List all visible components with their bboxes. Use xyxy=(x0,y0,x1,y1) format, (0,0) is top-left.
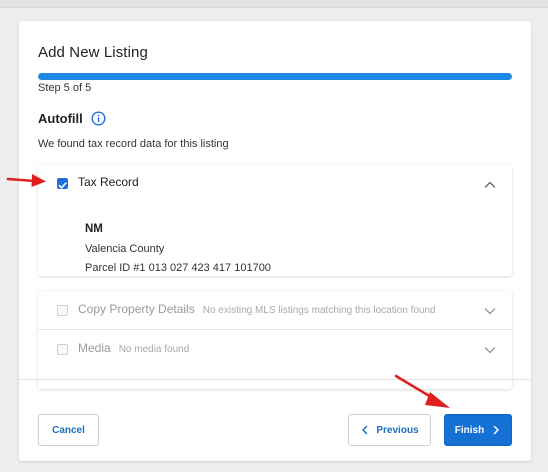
tax-record-header[interactable]: Tax Record xyxy=(38,164,512,198)
checkmark-icon xyxy=(58,182,67,189)
top-strip xyxy=(0,0,548,8)
media-label: Media xyxy=(78,341,111,355)
progress-bar-fill xyxy=(38,73,512,80)
copy-property-note: No existing MLS listings matching this l… xyxy=(202,305,436,316)
chevron-down-icon[interactable] xyxy=(483,343,497,357)
media-row[interactable]: Media No media found xyxy=(38,332,512,366)
autofill-heading-label: Autofill xyxy=(38,111,83,126)
step-indicator: Step 5 of 5 xyxy=(38,82,92,94)
autofill-heading: Autofill xyxy=(38,111,106,126)
tax-record-state: NM xyxy=(85,223,103,235)
cancel-button[interactable]: Cancel xyxy=(38,414,99,446)
copy-property-row-text: Copy Property Details No existing MLS lis… xyxy=(78,302,436,316)
annotation-arrow-icon xyxy=(394,374,450,408)
chevron-left-icon xyxy=(362,425,368,435)
finish-button-label: Finish xyxy=(454,424,485,436)
media-row-text: Media No media found xyxy=(78,341,189,355)
copy-property-row[interactable]: Copy Property Details No existing MLS lis… xyxy=(38,293,512,327)
add-listing-dialog: Add New Listing Step 5 of 5 Autofill We … xyxy=(19,21,531,461)
previous-button[interactable]: Previous xyxy=(348,414,431,446)
copy-property-label: Copy Property Details xyxy=(78,302,195,316)
annotation-arrow-icon xyxy=(6,174,46,187)
tax-record-checkbox[interactable] xyxy=(57,178,68,189)
previous-button-label: Previous xyxy=(376,424,419,436)
dialog-title: Add New Listing xyxy=(38,44,148,61)
panel-divider xyxy=(38,329,512,330)
tax-record-county: Valencia County xyxy=(85,243,165,255)
tax-record-parcel-id: Parcel ID #1 013 027 423 417 101700 xyxy=(85,262,271,274)
chevron-down-icon[interactable] xyxy=(483,304,497,318)
media-checkbox[interactable] xyxy=(57,344,68,355)
finish-button[interactable]: Finish xyxy=(444,414,512,446)
autofill-subtext: We found tax record data for this listin… xyxy=(38,138,229,150)
footer-divider xyxy=(19,379,531,380)
tax-record-label: Tax Record xyxy=(78,175,139,189)
chevron-right-icon xyxy=(493,425,499,435)
chevron-up-icon[interactable] xyxy=(483,178,497,192)
media-note: No media found xyxy=(118,344,190,355)
info-circle-icon[interactable] xyxy=(91,111,106,126)
cancel-button-label: Cancel xyxy=(52,424,85,436)
tax-record-panel: Tax Record NM Valencia County Parcel ID … xyxy=(38,164,512,276)
progress-bar xyxy=(38,73,512,80)
copy-property-checkbox[interactable] xyxy=(57,305,68,316)
